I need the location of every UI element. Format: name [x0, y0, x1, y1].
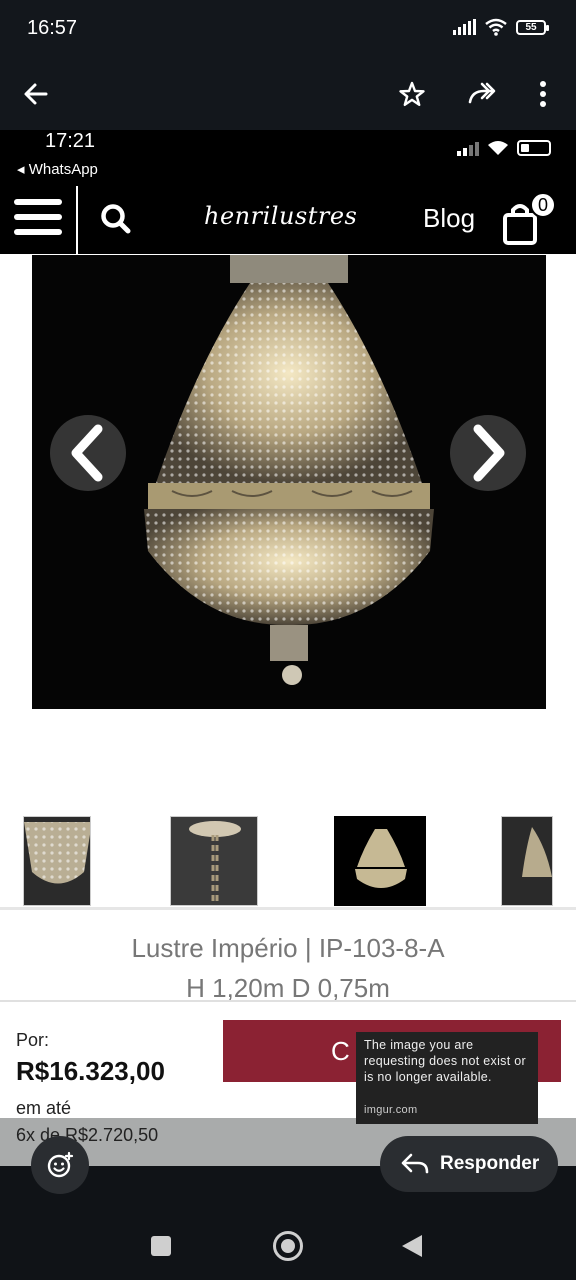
recent-apps-icon[interactable] [151, 1236, 171, 1256]
android-nav-bar [0, 1200, 576, 1280]
nav-back-icon[interactable] [402, 1235, 422, 1257]
product-image [32, 255, 546, 709]
thumbnail-strip [0, 816, 576, 906]
back-button[interactable] [16, 74, 56, 114]
cart-count-badge: 0 [530, 192, 556, 218]
more-vertical-icon [540, 81, 546, 107]
arrow-left-icon [24, 83, 48, 105]
more-options-button[interactable] [523, 74, 563, 114]
emoji-button[interactable] [31, 1136, 89, 1194]
ios-status-bar: 17:21 ◂ WhatsApp [0, 130, 576, 186]
search-icon[interactable] [97, 200, 135, 238]
header-divider [76, 186, 78, 254]
imgur-error-overlay: The image you are requesting does not ex… [356, 1032, 538, 1124]
imgur-source: imgur.com [364, 1104, 418, 1116]
ios-time: 17:21 [45, 130, 96, 152]
wifi-icon [485, 18, 507, 36]
forward-icon [468, 82, 496, 104]
thumbnail-2[interactable] [170, 816, 258, 906]
installment-label: em até [16, 1098, 72, 1118]
ios-signal-icon [457, 140, 479, 156]
thumbnail-3-active[interactable] [334, 816, 426, 906]
reply-label: Responder [440, 1153, 540, 1174]
viewer-toolbar [0, 60, 576, 130]
star-icon [399, 81, 425, 106]
emoji-add-icon [47, 1151, 74, 1178]
home-icon[interactable] [273, 1231, 303, 1261]
prev-image-button[interactable] [50, 415, 126, 491]
reply-button[interactable]: Responder [380, 1136, 558, 1192]
system-status-bar: 16:57 55 [0, 0, 576, 60]
cart-button[interactable]: 0 [500, 192, 556, 246]
site-header: henrilustres Blog 0 [0, 186, 576, 254]
system-time: 16:57 [27, 17, 78, 39]
ios-status-icons [457, 140, 551, 156]
chevron-left-icon [71, 424, 103, 482]
section-divider [0, 907, 576, 910]
blog-link[interactable]: Blog [423, 203, 475, 234]
reply-icon [401, 1153, 429, 1174]
thumbnail-1[interactable] [23, 816, 91, 906]
menu-icon[interactable] [14, 199, 62, 235]
site-logo[interactable]: henrilustres [204, 202, 357, 230]
buy-button-label: C [331, 1036, 350, 1066]
price-label: Por: [16, 1030, 50, 1050]
imgur-error-message: The image you are requesting does not ex… [364, 1038, 526, 1084]
chevron-right-icon [473, 424, 505, 482]
forward-button[interactable] [462, 74, 502, 114]
signal-icon [453, 19, 476, 35]
ios-back-to-app: ◂ WhatsApp [17, 161, 98, 178]
battery-level: 55 [525, 21, 537, 33]
battery-icon: 55 [516, 19, 549, 35]
ios-battery-icon [517, 140, 551, 156]
thumbnail-4[interactable] [501, 816, 553, 906]
system-icons: 55 [453, 18, 549, 36]
next-image-button[interactable] [450, 415, 526, 491]
star-button[interactable] [392, 74, 432, 114]
ios-wifi-icon [488, 141, 508, 155]
product-title: Lustre Império | IP-103-8-A [131, 933, 445, 963]
product-price: R$16.323,00 [16, 1056, 165, 1086]
shared-screenshot: 17:21 ◂ WhatsApp henrilustres Blog 0 Lus… [0, 130, 576, 1166]
